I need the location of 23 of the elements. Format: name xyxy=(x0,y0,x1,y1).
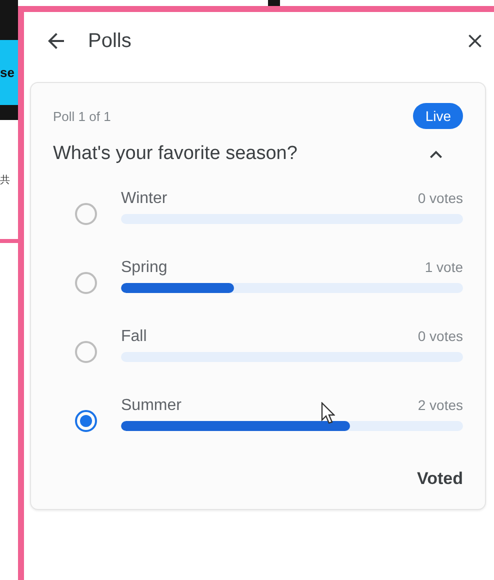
voted-status: Voted xyxy=(417,469,463,489)
radio-button[interactable] xyxy=(75,410,97,432)
vote-count: 0 votes xyxy=(418,328,463,346)
poll-question: What's your favorite season? xyxy=(53,143,298,165)
option-label: Summer xyxy=(121,396,182,414)
live-badge: Live xyxy=(413,103,463,129)
panel-title: Polls xyxy=(88,30,132,52)
chevron-icon xyxy=(429,150,443,158)
radio-button[interactable] xyxy=(75,202,97,224)
option-label: Spring xyxy=(121,258,168,276)
option-label: Fall xyxy=(121,328,147,346)
poll-counter: Poll 1 of 1 xyxy=(53,108,111,124)
vote-count: 2 votes xyxy=(418,396,463,414)
video-background xyxy=(0,105,18,120)
radio-button[interactable] xyxy=(75,272,97,294)
vote-count: 0 votes xyxy=(418,190,463,208)
sidebar-text: 共 xyxy=(0,174,10,186)
vote-count: 1 vote xyxy=(424,258,463,276)
radio-button[interactable] xyxy=(75,340,97,362)
mouse-pointer-icon xyxy=(321,402,335,424)
banner-text: se xyxy=(0,66,14,79)
collapse-button[interactable] xyxy=(429,150,443,158)
option-label: Winter xyxy=(121,190,168,208)
